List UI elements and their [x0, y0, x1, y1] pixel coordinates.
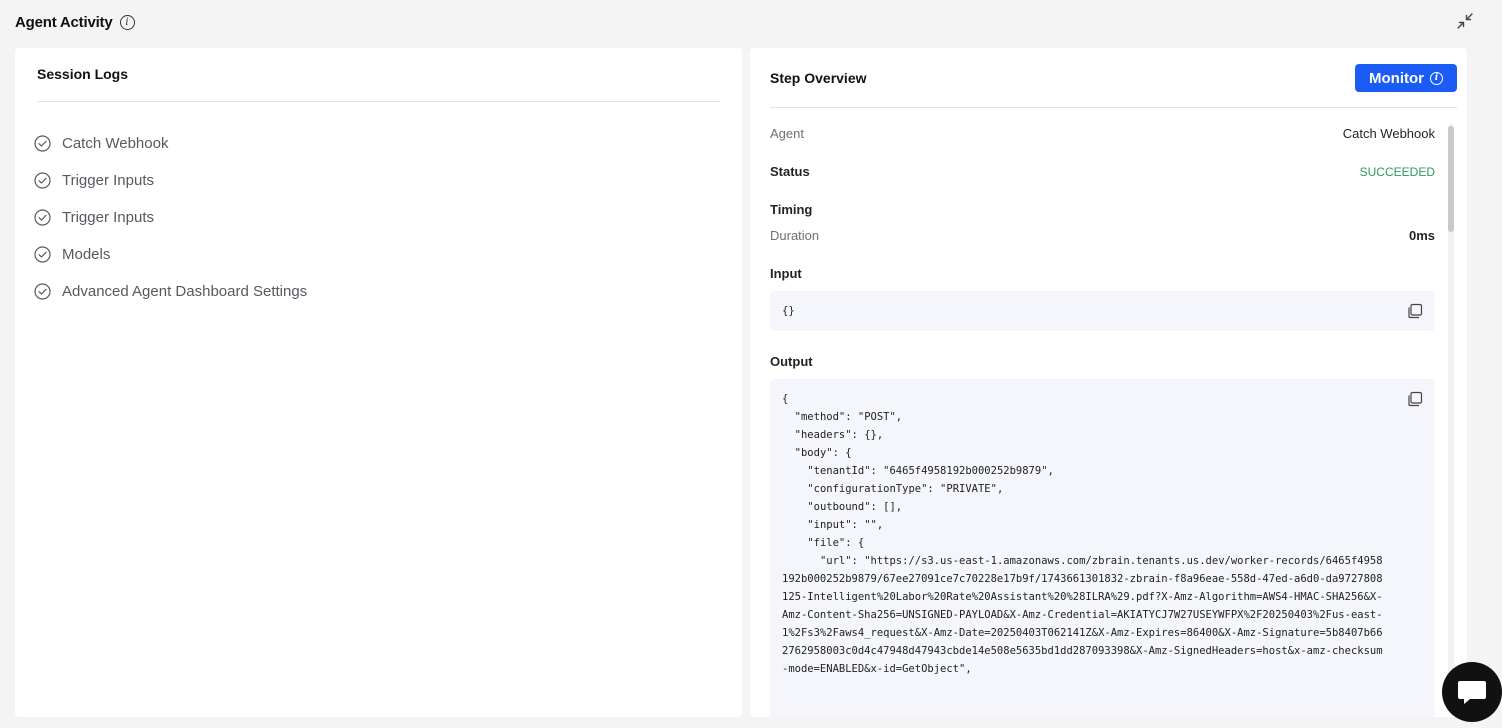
session-log-label: Models: [62, 246, 111, 263]
chat-button[interactable]: [1442, 662, 1502, 722]
step-overview-panel: Step Overview Monitor i Agent Catch Webh…: [750, 48, 1467, 717]
chat-icon: [1458, 681, 1486, 704]
collapse-icon[interactable]: [1456, 12, 1474, 30]
status-label: Status: [770, 164, 810, 179]
check-circle-icon: [34, 209, 51, 226]
divider: [37, 101, 720, 102]
check-circle-icon: [34, 172, 51, 189]
check-circle-icon: [34, 246, 51, 263]
agent-label: Agent: [770, 126, 804, 141]
session-log-label: Advanced Agent Dashboard Settings: [62, 283, 308, 300]
session-log-label: Trigger Inputs: [62, 172, 154, 189]
duration-value: 0ms: [1408, 228, 1435, 243]
status-row: Status SUCCEEDED: [770, 164, 1435, 179]
output-title: Output: [770, 354, 813, 369]
divider: [770, 107, 1457, 108]
monitor-button[interactable]: Monitor i: [1355, 64, 1457, 92]
agent-value: Catch Webhook: [1342, 126, 1435, 141]
session-log-label: Trigger Inputs: [62, 209, 154, 226]
session-log-item-models[interactable]: Models: [34, 236, 307, 273]
info-icon: i: [1429, 71, 1443, 85]
session-log-label: Catch Webhook: [62, 135, 169, 152]
session-log-item-trigger-inputs[interactable]: Trigger Inputs: [34, 199, 307, 236]
info-icon[interactable]: i: [119, 14, 135, 30]
input-code: {}: [782, 305, 795, 317]
duration-label: Duration: [770, 228, 820, 243]
copy-icon[interactable]: [1407, 303, 1423, 319]
input-title: Input: [770, 266, 802, 281]
output-code-box: { "method": "POST", "headers": {}, "body…: [770, 379, 1435, 717]
timing-title: Timing: [770, 202, 813, 217]
agent-row: Agent Catch Webhook: [770, 126, 1435, 141]
step-overview-title: Step Overview: [770, 70, 867, 86]
session-log-list: Catch Webhook Trigger Inputs Trigger Inp…: [34, 125, 307, 310]
status-badge: SUCCEEDED: [1359, 164, 1435, 179]
session-log-item-advanced-settings[interactable]: Advanced Agent Dashboard Settings: [34, 273, 307, 310]
session-log-item-trigger-inputs[interactable]: Trigger Inputs: [34, 162, 307, 199]
session-logs-panel: Session Logs Catch Webhook Trigger Input…: [15, 48, 742, 717]
top-bar: Agent Activity i: [0, 0, 1502, 44]
page-title: Agent Activity: [15, 13, 113, 31]
input-code-box: {}: [770, 291, 1435, 331]
copy-icon[interactable]: [1407, 391, 1423, 407]
duration-row: Duration 0ms: [770, 228, 1435, 243]
session-logs-title: Session Logs: [37, 66, 129, 82]
check-circle-icon: [34, 283, 51, 300]
scrollbar-thumb[interactable]: [1448, 126, 1454, 232]
check-circle-icon: [34, 135, 51, 152]
session-log-item-catch-webhook[interactable]: Catch Webhook: [34, 125, 307, 162]
monitor-button-label: Monitor: [1369, 69, 1424, 87]
output-code: { "method": "POST", "headers": {}, "body…: [782, 393, 1383, 675]
